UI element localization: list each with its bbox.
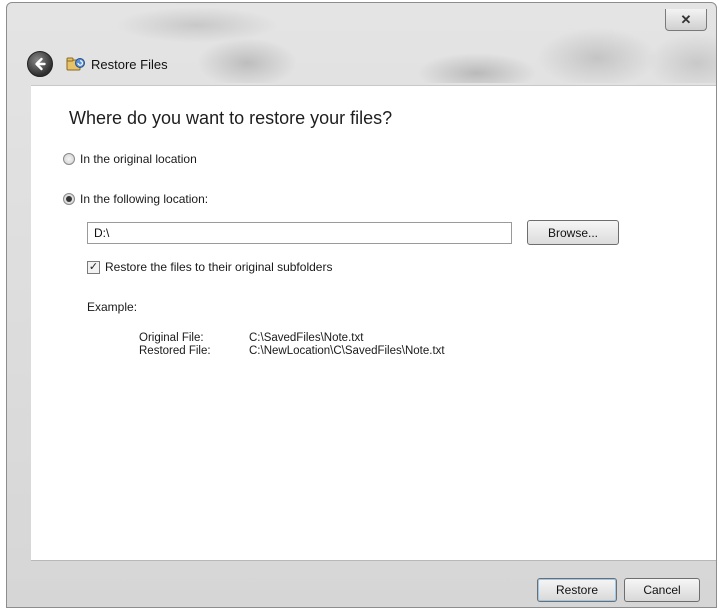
restore-files-window: ✕ Restore Files Where do you want to res…	[6, 2, 717, 608]
option-following-location[interactable]: In the following location:	[63, 192, 208, 206]
back-arrow-icon	[35, 57, 46, 71]
back-button[interactable]	[27, 51, 53, 77]
nav-bar: Restore Files	[27, 49, 168, 79]
footer-divider	[31, 560, 716, 561]
browse-button[interactable]: Browse...	[527, 220, 619, 245]
radio-original-location[interactable]	[63, 153, 75, 165]
example-grid: Original File: C:\SavedFiles\Note.txt Re…	[139, 332, 445, 357]
option-following-location-label: In the following location:	[80, 192, 209, 206]
window-title: Restore Files	[91, 56, 168, 72]
example-label: Example:	[87, 300, 138, 314]
restore-subfolders-option[interactable]: ✓ Restore the files to their original su…	[87, 260, 332, 274]
cancel-button[interactable]: Cancel	[624, 578, 700, 602]
close-icon: ✕	[680, 11, 692, 27]
location-input[interactable]: D:\	[87, 222, 512, 244]
restored-file-label: Restored File:	[139, 345, 211, 357]
restore-files-icon	[65, 54, 87, 74]
restore-subfolders-checkbox[interactable]: ✓	[87, 260, 100, 274]
option-original-location-label: In the original location	[80, 152, 197, 166]
content-panel: Where do you want to restore your files?…	[31, 85, 716, 560]
option-original-location[interactable]: In the original location	[63, 152, 197, 166]
close-button[interactable]: ✕	[665, 9, 707, 31]
restore-button[interactable]: Restore	[537, 578, 617, 602]
original-file-label: Original File:	[139, 332, 204, 344]
radio-following-location[interactable]	[63, 193, 75, 205]
restore-subfolders-label: Restore the files to their original subf…	[105, 260, 333, 274]
original-file-value: C:\SavedFiles\Note.txt	[249, 332, 364, 344]
page-heading: Where do you want to restore your files?	[69, 108, 393, 128]
restored-file-value: C:\NewLocation\C\SavedFiles\Note.txt	[249, 345, 445, 357]
